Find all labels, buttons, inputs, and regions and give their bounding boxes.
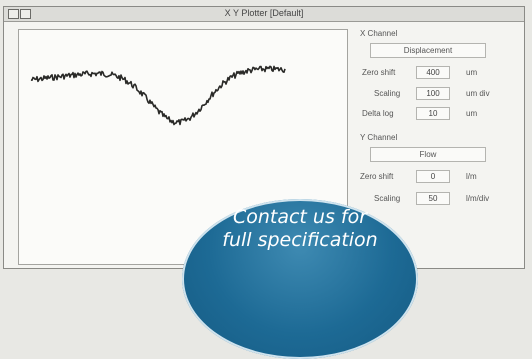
promo-line-1: Contact us for — [232, 206, 368, 228]
y-scaling-unit: l/m/div — [466, 194, 490, 203]
x-zero-shift-field[interactable]: 400 — [416, 66, 450, 79]
contact-promo-badge[interactable]: Contact us for full specification — [182, 199, 418, 359]
x-scaling-unit: um div — [466, 89, 490, 98]
x-delta-log-label: Delta log — [362, 109, 394, 118]
x-delta-log-field[interactable]: 10 — [416, 107, 450, 120]
signal-trace — [30, 65, 286, 126]
y-channel-heading: Y Channel — [360, 133, 398, 142]
window-title: X Y Plotter [Default] — [224, 8, 304, 18]
title-bar: X Y Plotter [Default] — [4, 7, 524, 22]
y-zero-shift-field[interactable]: 0 — [416, 170, 450, 183]
x-source-select[interactable]: Displacement — [370, 43, 486, 58]
x-zero-shift-label: Zero shift — [362, 68, 396, 77]
promo-line-2: full specification — [222, 229, 378, 251]
y-scaling-label: Scaling — [374, 194, 401, 203]
y-zero-shift-unit: l/m — [466, 172, 477, 181]
y-scaling-field[interactable]: 50 — [416, 192, 450, 205]
y-source-select[interactable]: Flow — [370, 147, 486, 162]
x-channel-heading: X Channel — [360, 29, 398, 38]
x-delta-log-unit: um — [466, 109, 478, 118]
x-zero-shift-unit: um — [466, 68, 478, 77]
y-zero-shift-label: Zero shift — [360, 172, 394, 181]
x-scaling-field[interactable]: 100 — [416, 87, 450, 100]
x-scaling-label: Scaling — [374, 89, 401, 98]
